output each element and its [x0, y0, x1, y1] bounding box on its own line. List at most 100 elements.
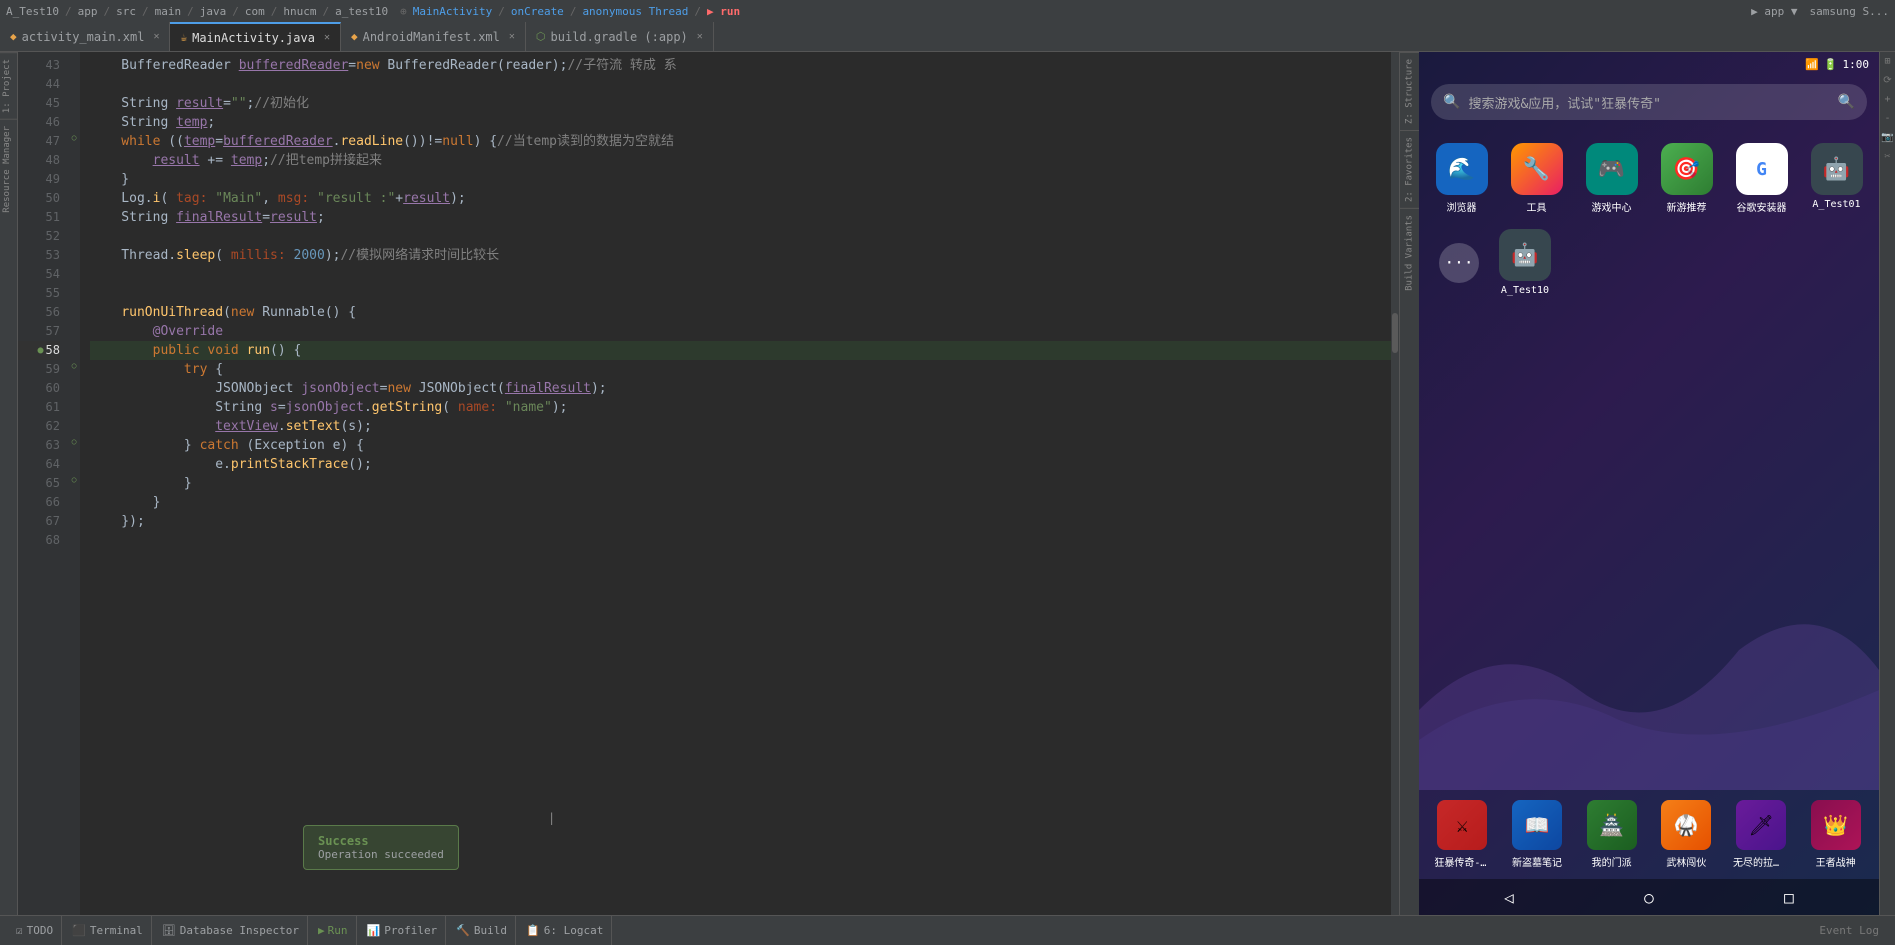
line-43: 43 — [18, 56, 60, 75]
tab-close-build-gradle[interactable]: ✕ — [697, 31, 703, 42]
code-line-61: String s=jsonObject.getString( name: "na… — [90, 398, 1399, 417]
app-icon-atest10: 🤖 — [1499, 229, 1551, 281]
cursor-position: | — [548, 811, 555, 825]
app-newgame[interactable]: 🎯 新游推荐 — [1654, 143, 1719, 214]
tab-close-mainactivity[interactable]: ✕ — [324, 32, 330, 43]
breakpoint-icon: ● — [38, 341, 44, 360]
tab-androidmanifest[interactable]: ◆ AndroidManifest.xml ✕ — [341, 22, 526, 51]
logcat-label: 6: Logcat — [544, 924, 604, 937]
app-label-game1: 狂暴传奇-微... — [1434, 854, 1490, 869]
line-numbers: 43 44 45 46 47 48 49 50 51 52 53 54 55 5… — [18, 52, 68, 915]
event-log[interactable]: Event Log — [1819, 924, 1879, 937]
line-66: 66 — [18, 493, 60, 512]
sidebar-item-resource[interactable]: Resource Manager — [0, 119, 17, 219]
tab-activity-main[interactable]: ◆ activity_main.xml ✕ — [0, 22, 170, 51]
gutter-46 — [68, 109, 80, 128]
tab-db-inspector[interactable]: 🗄 Database Inspector — [154, 916, 308, 945]
tab-build[interactable]: 🔨 Build — [448, 916, 516, 945]
toast-title: Success — [318, 834, 444, 848]
code-line-64: e.printStackTrace(); — [90, 455, 1399, 474]
device-selector[interactable]: ▶ app ▼ — [1751, 5, 1797, 18]
app-atest01[interactable]: 🤖 A_Test01 — [1804, 143, 1869, 214]
java-icon: ☕ — [180, 31, 187, 44]
breadcrumb-java[interactable]: java — [200, 5, 227, 18]
tab-build-gradle[interactable]: ⬡ build.gradle (:app) ✕ — [526, 22, 714, 51]
tab-todo[interactable]: ☑ TODO — [8, 916, 62, 945]
editor-scrollbar[interactable] — [1391, 52, 1399, 915]
app-game2[interactable]: 📖 新盗墓笔记 — [1504, 800, 1571, 869]
device-search-submit[interactable]: 🔍 — [1838, 94, 1855, 110]
tab-profiler[interactable]: 📊 Profiler — [359, 916, 447, 945]
btn-rotate[interactable]: ⟳ — [1883, 75, 1891, 86]
line-65: 65 — [18, 474, 60, 493]
tab-close-activity-main[interactable]: ✕ — [153, 31, 159, 42]
tab-mainactivity[interactable]: ☕ MainActivity.java ✕ — [170, 22, 340, 51]
project-name[interactable]: A_Test10 — [6, 5, 59, 18]
db-label: Database Inspector — [180, 924, 299, 937]
tab-label-activity-main: activity_main.xml — [22, 30, 145, 44]
code-line-67: }); — [90, 512, 1399, 531]
sidebar-item-favorites[interactable]: 2: Favorites — [1400, 130, 1419, 208]
device-search-text: 搜索游戏&应用，试试"狂暴传奇" — [1468, 93, 1829, 112]
app-label-game6: 王者战神 — [1816, 854, 1856, 869]
nav-home-btn[interactable]: ○ — [1644, 888, 1654, 907]
code-line-62: textView.setText(s); — [90, 417, 1399, 436]
tab-run[interactable]: ▶ Run — [310, 916, 357, 945]
sidebar-item-z-structure[interactable]: Z: Structure — [1400, 52, 1419, 130]
btn-volume-up[interactable]: + — [1884, 94, 1890, 105]
app-browser[interactable]: 🌊 浏览器 — [1429, 143, 1494, 214]
tab-label-build-gradle: build.gradle (:app) — [551, 30, 688, 44]
code-line-43: BufferedReader bufferedReader=new Buffer… — [90, 56, 1399, 75]
nav-recents-btn[interactable]: □ — [1784, 888, 1794, 907]
code-line-54 — [90, 265, 1399, 284]
tab-terminal[interactable]: ⬛ Terminal — [64, 916, 152, 945]
breadcrumb-src[interactable]: src — [116, 5, 136, 18]
app-game5[interactable]: 🗡 无尽的拉格... — [1728, 800, 1795, 869]
nav-oncreate[interactable]: onCreate — [511, 5, 564, 18]
btn-snapshot[interactable]: 📷 — [1881, 132, 1893, 143]
code-line-44 — [90, 75, 1399, 94]
line-44: 44 — [18, 75, 60, 94]
btn-volume-down[interactable]: - — [1884, 113, 1890, 124]
breadcrumb-main[interactable]: main — [155, 5, 182, 18]
line-68: 68 — [18, 531, 60, 550]
app-tools[interactable]: 🔧 工具 — [1504, 143, 1569, 214]
app-game1[interactable]: ⚔ 狂暴传奇-微... — [1429, 800, 1496, 869]
nav-anonymous[interactable]: anonymous Thread — [582, 5, 688, 18]
btn-fullscreen[interactable]: ⊞ — [1884, 56, 1890, 67]
app-game6[interactable]: 👑 王者战神 — [1802, 800, 1869, 869]
device-search-bar[interactable]: 🔍 搜索游戏&应用，试试"狂暴传奇" 🔍 — [1431, 84, 1867, 120]
btn-cut[interactable]: ✂ — [1884, 151, 1890, 162]
nav-back-btn[interactable]: ◁ — [1504, 888, 1514, 907]
tab-label-mainactivity: MainActivity.java — [192, 31, 315, 45]
breadcrumb-app[interactable]: app — [78, 5, 98, 18]
sidebar-item-build-variants[interactable]: Build Variants — [1400, 208, 1419, 297]
app-game3[interactable]: 🏯 我的门派 — [1578, 800, 1645, 869]
device-name: samsung S... — [1810, 5, 1889, 18]
breadcrumb-com[interactable]: com — [245, 5, 265, 18]
app-more[interactable]: ··· — [1439, 243, 1479, 283]
gutter-63: ○ — [68, 432, 80, 451]
app-atest10[interactable]: 🤖 A_Test10 — [1499, 229, 1551, 296]
app-gamecenter[interactable]: 🎮 游戏中心 — [1579, 143, 1644, 214]
tab-logcat[interactable]: 📋 6: Logcat — [518, 916, 612, 945]
sidebar-item-project[interactable]: 1: Project — [0, 52, 17, 119]
app-game4[interactable]: 🥋 武林闯伙 — [1653, 800, 1720, 869]
app-google[interactable]: G 谷歌安装器 — [1729, 143, 1794, 214]
tab-close-androidmanifest[interactable]: ✕ — [509, 31, 515, 42]
nav-run[interactable]: ▶ run — [707, 5, 740, 18]
code-editor: 43 44 45 46 47 48 49 50 51 52 53 54 55 5… — [18, 52, 1399, 915]
gutter-43 — [68, 52, 80, 71]
toast-success: Success Operation succeeded — [303, 825, 459, 870]
line-58: ●58 — [18, 341, 60, 360]
code-content[interactable]: BufferedReader bufferedReader=new Buffer… — [80, 52, 1399, 915]
nav-mainactivity[interactable]: MainActivity — [413, 5, 492, 18]
line-52: 52 — [18, 227, 60, 246]
app-label-browser: 浏览器 — [1447, 199, 1477, 214]
breadcrumb-hnucm[interactable]: hnucm — [283, 5, 316, 18]
breadcrumb-atest10[interactable]: a_test10 — [335, 5, 388, 18]
scrollbar-thumb[interactable] — [1392, 313, 1398, 353]
build-label: Build — [474, 924, 507, 937]
app-label-game4: 武林闯伙 — [1666, 854, 1706, 869]
device-search-icon: 🔍 — [1443, 94, 1460, 110]
